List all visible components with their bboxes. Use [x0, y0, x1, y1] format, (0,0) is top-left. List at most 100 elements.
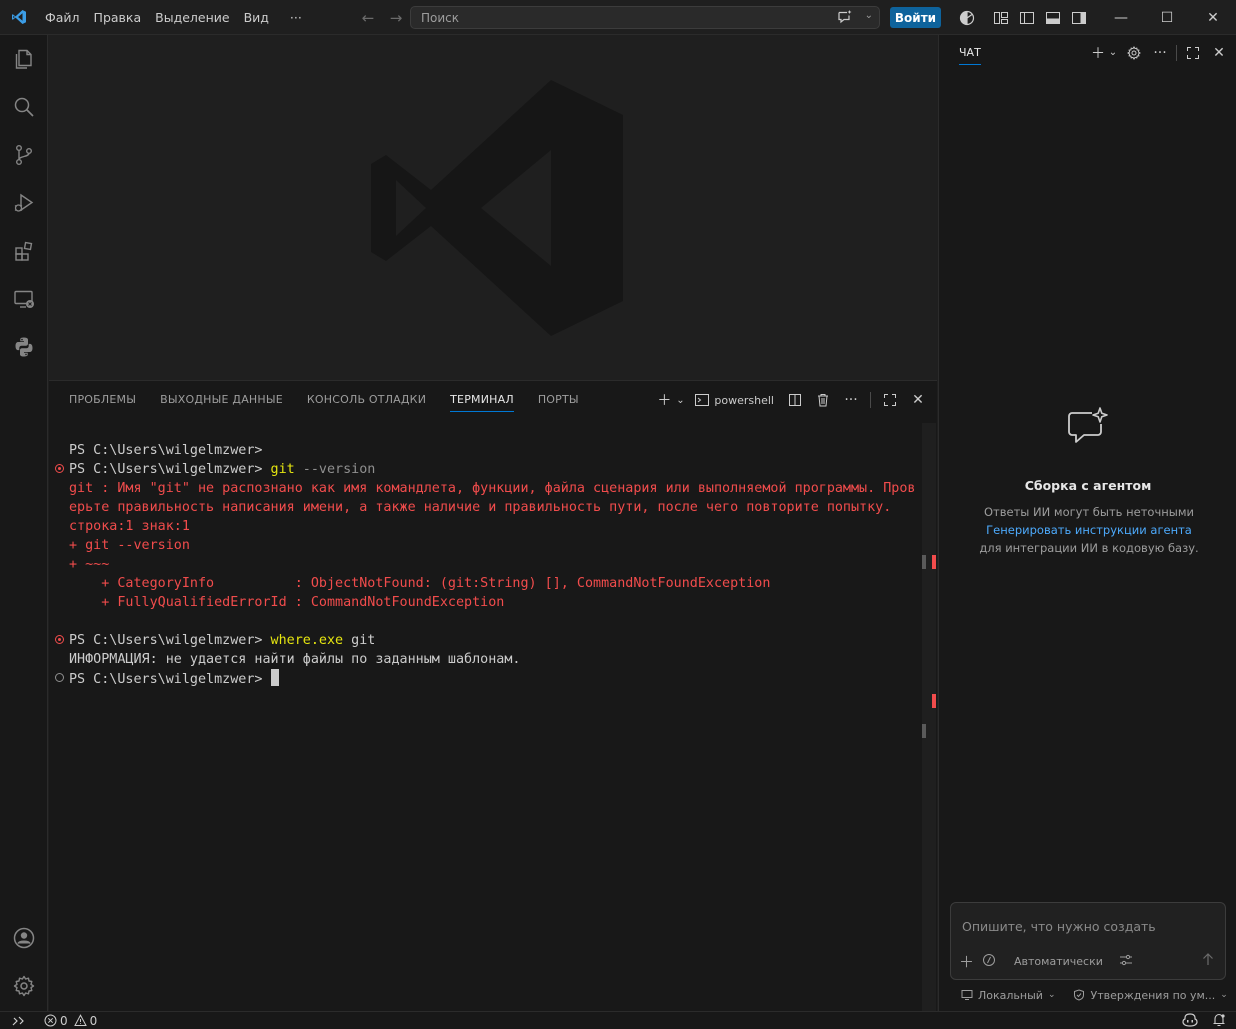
close-panel-icon[interactable]: ✕	[907, 389, 929, 411]
tab-problems[interactable]: ПРОБЛЕМЫ	[61, 381, 144, 419]
chat-sparkle-icon	[1067, 407, 1109, 450]
copilot-status-icon[interactable]	[1182, 1012, 1198, 1029]
close-window-icon[interactable]: ✕	[1190, 0, 1236, 35]
python-icon[interactable]	[0, 323, 48, 371]
problems-indicator[interactable]: 0 0	[44, 1014, 97, 1028]
terminal-output[interactable]: PS C:\Users\wilgelmzwer> PS C:\Users\wil…	[49, 441, 919, 1001]
error-line: ерьте правильность написания имени, а та…	[69, 500, 892, 515]
error-decoration-icon[interactable]	[55, 635, 64, 644]
trash-icon[interactable]	[812, 389, 834, 411]
terminal-line: ИНФОРМАЦИЯ: не удается найти файлы по за…	[69, 652, 521, 667]
error-icon	[44, 1014, 57, 1027]
minimize-icon[interactable]: —	[1098, 0, 1144, 35]
scroll-marker	[922, 724, 926, 738]
prompt: PS C:\Users\wilgelmzwer>	[69, 633, 271, 648]
prompt: PS C:\Users\wilgelmzwer>	[69, 462, 271, 477]
separator	[1176, 44, 1177, 61]
layout-controls	[958, 0, 1088, 35]
chevron-down-icon[interactable]: ⌄	[865, 10, 873, 21]
bottom-panel: ПРОБЛЕМЫ ВЫХОДНЫЕ ДАННЫЕ КОНСОЛЬ ОТЛАДКИ…	[49, 380, 937, 1012]
tab-debug-console[interactable]: КОНСОЛЬ ОТЛАДКИ	[299, 381, 434, 419]
command-arg: --version	[294, 462, 376, 477]
menu-view[interactable]: Вид	[237, 0, 276, 35]
approvals-selector[interactable]: Утверждения по ум... ⌄	[1073, 988, 1228, 1002]
menu-more[interactable]: ···	[276, 0, 309, 35]
add-context-icon[interactable]: ＋	[959, 951, 974, 972]
toggle-secondary-sidebar-icon[interactable]	[1070, 9, 1088, 27]
error-scroll-marker	[932, 694, 936, 708]
empty-state-description: Ответы ИИ могут быть неточными Генерирова…	[979, 503, 1199, 557]
accounts-icon[interactable]	[0, 914, 48, 962]
options-icon[interactable]	[1119, 953, 1133, 970]
tab-terminal[interactable]: ТЕРМИНАЛ	[442, 381, 522, 419]
approvals-label: Утверждения по ум...	[1090, 988, 1216, 1002]
back-arrow-icon[interactable]: ←	[358, 9, 378, 27]
more-actions-icon[interactable]: ···	[1150, 43, 1170, 63]
error-scroll-marker	[932, 555, 936, 569]
status-right	[1182, 1012, 1226, 1029]
command: git	[270, 462, 295, 477]
close-chat-icon[interactable]: ✕	[1209, 43, 1229, 63]
search-icon[interactable]	[0, 83, 48, 131]
more-actions-icon[interactable]: ···	[840, 389, 862, 411]
settings-gear-icon[interactable]	[0, 962, 48, 1010]
extensions-icon[interactable]	[0, 227, 48, 275]
remote-indicator-icon[interactable]	[0, 1012, 36, 1029]
chevron-down-icon[interactable]: ⌄	[1108, 43, 1118, 63]
menu-selection[interactable]: Выделение	[148, 0, 236, 35]
generate-instructions-link[interactable]: Генерировать инструкции агента	[986, 523, 1192, 537]
chat-toggle-icon[interactable]	[837, 9, 853, 28]
terminal-line: PS C:\Users\wilgelmzwer>	[69, 443, 263, 458]
send-arrow-icon[interactable]	[1201, 952, 1215, 969]
chat-input[interactable]: Опишите, что нужно создать ＋ Автоматичес…	[950, 902, 1226, 980]
session-target-selector[interactable]: Локальный ⌄	[961, 989, 1055, 1002]
vscode-watermark-icon	[371, 80, 623, 336]
navigation-arrows: ← →	[358, 0, 406, 35]
toggle-panel-icon[interactable]	[1044, 9, 1062, 27]
toggle-primary-sidebar-icon[interactable]	[1018, 9, 1036, 27]
search-placeholder: Поиск	[421, 10, 460, 25]
error-line: + FullyQualifiedErrorId : CommandNotFoun…	[69, 595, 505, 610]
copilot-icon[interactable]	[958, 9, 976, 27]
default-decoration-icon[interactable]	[55, 673, 64, 682]
status-bar: 0 0	[0, 1011, 1236, 1029]
gear-icon[interactable]	[1124, 43, 1144, 63]
terminal-scrollbar[interactable]	[922, 423, 936, 1012]
chat-title[interactable]: ЧАТ	[959, 46, 981, 65]
explorer-icon[interactable]	[0, 35, 48, 83]
source-control-icon[interactable]	[0, 131, 48, 179]
mode-selector[interactable]: Автоматически	[1014, 955, 1103, 968]
maximize-chat-icon[interactable]	[1183, 43, 1203, 63]
notifications-bell-icon[interactable]	[1212, 1013, 1226, 1029]
activity-bar	[0, 35, 48, 1011]
tab-ports[interactable]: ПОРТЫ	[530, 381, 587, 419]
sign-in-button[interactable]: Войти	[890, 7, 941, 28]
error-line: строка:1 знак:1	[69, 519, 190, 534]
scroll-marker	[922, 555, 926, 569]
title-bar: Файл Правка Выделение Вид ··· ← → Поиск …	[0, 0, 1236, 35]
chevron-down-icon: ⌄	[1047, 990, 1056, 1000]
tab-output[interactable]: ВЫХОДНЫЕ ДАННЫЕ	[152, 381, 291, 419]
description-text: для интеграции ИИ в кодовую базу.	[979, 541, 1199, 555]
error-decoration-icon[interactable]	[55, 464, 64, 473]
empty-state-title: Сборка с агентом	[1024, 478, 1152, 493]
run-debug-icon[interactable]	[0, 179, 48, 227]
forward-arrow-icon[interactable]: →	[386, 9, 406, 27]
maximize-panel-icon[interactable]	[879, 389, 901, 411]
new-chat-icon[interactable]: ＋	[1088, 43, 1108, 63]
customize-layout-icon[interactable]	[992, 9, 1010, 27]
menu-bar: Файл Правка Выделение Вид ···	[38, 0, 309, 35]
new-terminal-icon[interactable]: ＋	[653, 389, 675, 411]
command: where.exe	[270, 633, 344, 648]
menu-file[interactable]: Файл	[38, 0, 87, 35]
search-box[interactable]: Поиск ⌄	[410, 6, 880, 29]
split-terminal-icon[interactable]	[784, 389, 806, 411]
remote-explorer-icon[interactable]	[0, 275, 48, 323]
maximize-icon[interactable]: ☐	[1144, 0, 1190, 35]
chevron-down-icon[interactable]: ⌄	[675, 389, 685, 411]
tools-icon[interactable]	[982, 953, 996, 970]
menu-edit[interactable]: Правка	[87, 0, 149, 35]
command-arg: git	[343, 633, 376, 648]
terminal-shell-selector[interactable]: powershell	[691, 393, 778, 407]
local-label: Локальный	[978, 988, 1043, 1002]
